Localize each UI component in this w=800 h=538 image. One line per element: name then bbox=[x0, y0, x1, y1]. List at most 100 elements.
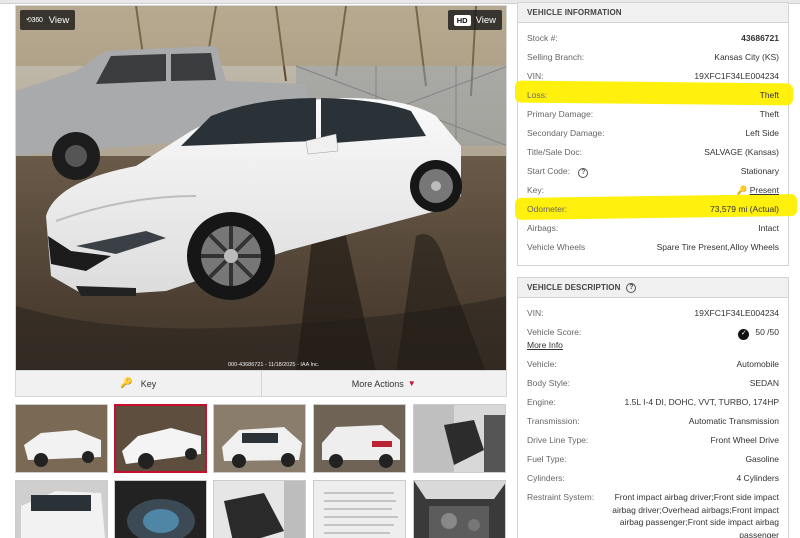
thumbnail-10[interactable] bbox=[413, 480, 506, 538]
row-label: Stock #: bbox=[527, 33, 558, 43]
chevron-down-icon: ▼ bbox=[407, 379, 416, 388]
vin-value: 19XFC1F34LE004234 bbox=[694, 308, 779, 318]
restraint-line: passenger bbox=[739, 529, 779, 538]
body-style: SEDAN bbox=[749, 378, 779, 388]
key-present-link[interactable]: Present bbox=[750, 185, 779, 195]
vin-value: 19XFC1F34LE004234 bbox=[694, 71, 779, 81]
desc-row-vin: VIN: 19XFC1F34LE004234 bbox=[527, 307, 779, 319]
info-row-primary-damage: Primary Damage: Theft bbox=[527, 108, 779, 120]
row-label: Airbags: bbox=[527, 223, 559, 233]
vehicle-description-header: VEHICLE DESCRIPTION ? bbox=[518, 278, 788, 298]
thumbnail-9[interactable] bbox=[313, 480, 406, 538]
start-code-value: Stationary bbox=[740, 166, 779, 176]
help-circle-icon[interactable]: ? bbox=[578, 168, 589, 178]
odometer-value: 73,579 mi (Actual) bbox=[710, 204, 779, 214]
vehicle-information-title: VEHICLE INFORMATION bbox=[518, 3, 788, 23]
thumbnail-5[interactable] bbox=[413, 404, 506, 473]
row-label: Secondary Damage: bbox=[527, 128, 605, 138]
thumbnail-7[interactable] bbox=[114, 480, 207, 538]
360-rotate-icon: ⟲360 bbox=[26, 17, 43, 24]
score-value-wrap: ✓ 50 /50 bbox=[738, 326, 779, 340]
more-actions-button[interactable]: More Actions ▼ bbox=[260, 371, 507, 396]
desc-row-restraint: Restraint System: Front impact airbag dr… bbox=[527, 491, 779, 538]
loss-value: Theft bbox=[759, 90, 779, 100]
cylinders-value: 4 Cylinders bbox=[736, 473, 779, 483]
vehicle-photo-image bbox=[16, 6, 506, 370]
desc-row-score: Vehicle Score: ✓ 50 /50 bbox=[527, 326, 779, 340]
vehicle-information-card: VEHICLE INFORMATION Stock #: 43686721 Sel… bbox=[514, 2, 798, 266]
row-label: VIN: bbox=[527, 308, 544, 318]
row-label: Vehicle Wheels bbox=[527, 242, 586, 252]
primary-damage-value: Theft bbox=[759, 109, 779, 119]
desc-row-vehicle: Vehicle: Automobile bbox=[527, 358, 779, 370]
stock-number: 43686721 bbox=[741, 33, 779, 43]
help-circle-icon[interactable]: ? bbox=[626, 282, 637, 293]
restraint-value: Front impact airbag driver;Front side im… bbox=[612, 491, 779, 538]
start-code-label: Start Code: bbox=[527, 166, 570, 176]
row-label: Transmission: bbox=[527, 416, 580, 426]
thumbnail-image bbox=[16, 481, 107, 538]
thumbnail-3[interactable] bbox=[213, 404, 306, 473]
info-row-key: Key: 🔑 Present bbox=[527, 184, 779, 196]
row-label: Vehicle Score: bbox=[527, 327, 582, 337]
row-label: Body Style: bbox=[527, 378, 570, 388]
restraint-line: airbag passenger;Front side impact airba… bbox=[619, 517, 779, 527]
row-label: Cylinders: bbox=[527, 473, 565, 483]
hd-view-button[interactable]: HD View bbox=[447, 10, 502, 30]
row-label: Title/Sale Doc: bbox=[527, 147, 582, 157]
secondary-damage-value: Left Side bbox=[745, 128, 779, 138]
desc-row-transmission: Transmission: Automatic Transmission bbox=[527, 415, 779, 427]
vehicle-score: 50 /50 bbox=[755, 327, 779, 337]
thumbnail-image bbox=[16, 405, 107, 472]
thumbnail-image bbox=[414, 405, 505, 472]
row-label: Start Code: ? bbox=[527, 165, 589, 178]
info-row-loss: Loss: Theft bbox=[527, 89, 779, 101]
vehicle-description-card: VEHICLE DESCRIPTION ? VIN: 19XFC1F34LE004… bbox=[517, 277, 789, 538]
view-label: View bbox=[475, 14, 496, 26]
vehicle-description-title: VEHICLE DESCRIPTION bbox=[527, 283, 621, 292]
thumbnail-image bbox=[314, 405, 405, 472]
desc-row-fuel: Fuel Type: Gasoline bbox=[527, 453, 779, 465]
fuel-value: Gasoline bbox=[745, 454, 779, 464]
key-button[interactable]: 🔑 Key bbox=[16, 371, 261, 396]
thumbnail-6[interactable] bbox=[15, 480, 108, 538]
row-label: Engine: bbox=[527, 397, 556, 407]
info-row-airbags: Airbags: Intact bbox=[527, 222, 779, 234]
check-badge-icon: ✓ bbox=[738, 328, 750, 340]
airbags-value: Intact bbox=[758, 223, 779, 233]
info-row-title: Title/Sale Doc: SALVAGE (Kansas) bbox=[527, 146, 779, 158]
key-button-label: Key bbox=[140, 378, 157, 389]
engine-value: 1.5L I-4 DI, DOHC, VVT, TURBO, 174HP bbox=[624, 397, 779, 407]
row-label: Primary Damage: bbox=[527, 109, 594, 119]
desc-row-engine: Engine: 1.5L I-4 DI, DOHC, VVT, TURBO, 17… bbox=[527, 396, 779, 408]
thumbnail-image bbox=[414, 481, 505, 538]
row-label: Drive Line Type: bbox=[527, 435, 589, 445]
row-label: Loss: bbox=[527, 90, 548, 100]
thumbnail-image bbox=[314, 481, 405, 538]
desc-row-drive-line: Drive Line Type: Front Wheel Drive bbox=[527, 434, 779, 446]
360-view-button[interactable]: ⟲360 View bbox=[20, 10, 76, 30]
thumbnail-image bbox=[214, 405, 305, 472]
main-vehicle-photo[interactable]: ⟲360 View HD View 000-43686721 - 11/18/2… bbox=[15, 5, 507, 371]
thumbnail-8[interactable] bbox=[213, 480, 306, 538]
desc-row-body-style: Body Style: SEDAN bbox=[527, 377, 779, 389]
title-value: SALVAGE (Kansas) bbox=[704, 147, 779, 157]
info-row-vin: VIN: 19XFC1F34LE004234 bbox=[527, 70, 779, 82]
more-actions-label: More Actions bbox=[351, 378, 404, 389]
key-value[interactable]: 🔑 Present bbox=[737, 184, 779, 196]
thumbnail-4[interactable] bbox=[313, 404, 406, 473]
more-info-link[interactable]: More Info bbox=[527, 339, 563, 351]
thumbnail-image bbox=[116, 406, 205, 471]
row-label: Odometer: bbox=[527, 204, 568, 214]
row-label: Vehicle: bbox=[527, 359, 557, 369]
row-label: VIN: bbox=[527, 71, 544, 81]
vehicle-type: Automobile bbox=[736, 359, 779, 369]
thumbnail-1[interactable] bbox=[15, 404, 108, 473]
thumbnail-2[interactable] bbox=[114, 404, 207, 473]
key-icon: 🔑 bbox=[120, 378, 133, 389]
rotate-label: 360 bbox=[31, 17, 43, 24]
row-label: Fuel Type: bbox=[527, 454, 567, 464]
row-label: Selling Branch: bbox=[527, 52, 585, 62]
row-label: Key: bbox=[527, 185, 545, 195]
row-label: Restraint System: bbox=[527, 492, 595, 502]
